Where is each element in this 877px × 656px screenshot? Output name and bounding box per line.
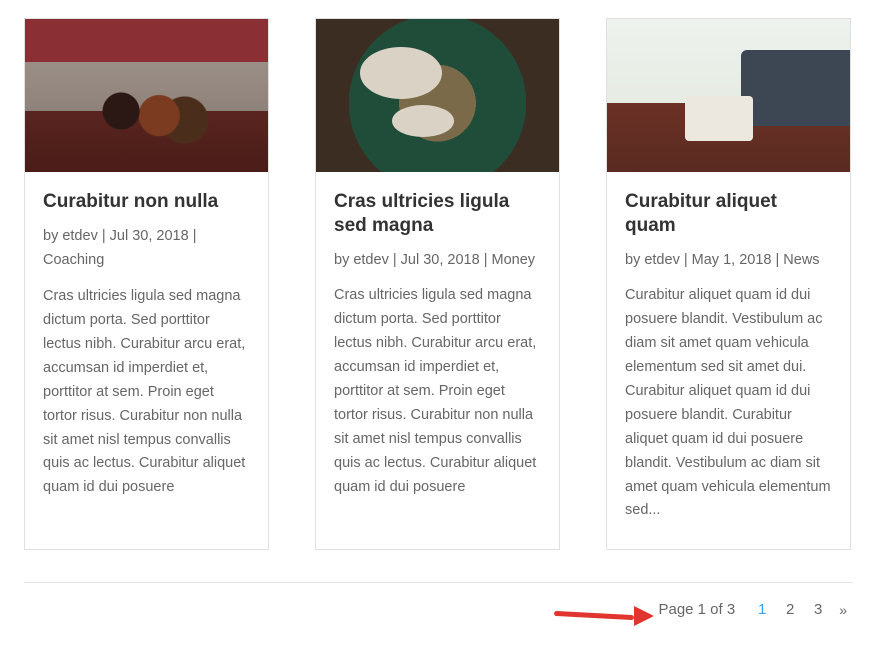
- category-link[interactable]: Coaching: [43, 252, 104, 268]
- post-excerpt: Cras ultricies ligula sed magna dictum p…: [334, 284, 541, 499]
- post-date: May 1, 2018: [692, 252, 772, 268]
- post-title[interactable]: Curabitur aliquet quam: [625, 190, 832, 238]
- post-meta: by etdev | May 1, 2018 | News: [625, 248, 832, 273]
- by-label: by: [43, 228, 62, 244]
- page-number[interactable]: 2: [783, 601, 797, 618]
- by-label: by: [334, 252, 353, 268]
- page-info: Page 1 of 3: [658, 601, 735, 618]
- post-excerpt: Curabitur aliquet quam id dui posuere bl…: [625, 284, 832, 523]
- post-title[interactable]: Curabitur non nulla: [43, 190, 250, 214]
- by-label: by: [625, 252, 644, 268]
- pagination: Page 1 of 3 1 2 3 »: [24, 601, 853, 618]
- section-divider: [24, 582, 853, 583]
- annotation-arrow-icon: [554, 607, 654, 623]
- author-link[interactable]: etdev: [353, 252, 388, 268]
- meta-sep: |: [189, 228, 197, 244]
- post-excerpt: Cras ultricies ligula sed magna dictum p…: [43, 285, 250, 500]
- meta-sep: |: [389, 252, 401, 268]
- author-link[interactable]: etdev: [644, 252, 679, 268]
- category-link[interactable]: News: [783, 252, 819, 268]
- post-body: Curabitur non nulla by etdev | Jul 30, 2…: [25, 172, 268, 549]
- author-link[interactable]: etdev: [62, 228, 97, 244]
- meta-sep: |: [680, 252, 692, 268]
- post-body: Curabitur aliquet quam by etdev | May 1,…: [607, 172, 850, 549]
- post-meta: by etdev | Jul 30, 2018 | Money: [334, 248, 541, 273]
- post-thumbnail[interactable]: [25, 19, 268, 172]
- meta-sep: |: [480, 252, 492, 268]
- post-grid: Curabitur non nulla by etdev | Jul 30, 2…: [24, 18, 853, 550]
- post-thumbnail[interactable]: [607, 19, 850, 172]
- post-thumbnail[interactable]: [316, 19, 559, 172]
- post-card: Curabitur aliquet quam by etdev | May 1,…: [606, 18, 851, 550]
- page-number[interactable]: 1: [755, 601, 769, 618]
- post-card: Cras ultricies ligula sed magna by etdev…: [315, 18, 560, 550]
- page-number[interactable]: 3: [811, 601, 825, 618]
- post-body: Cras ultricies ligula sed magna by etdev…: [316, 172, 559, 549]
- post-card: Curabitur non nulla by etdev | Jul 30, 2…: [24, 18, 269, 550]
- post-date: Jul 30, 2018: [110, 228, 189, 244]
- post-meta: by etdev | Jul 30, 2018 | Coaching: [43, 224, 250, 273]
- meta-sep: |: [98, 228, 110, 244]
- post-title[interactable]: Cras ultricies ligula sed magna: [334, 190, 541, 238]
- meta-sep: |: [771, 252, 783, 268]
- next-page-icon[interactable]: »: [839, 602, 847, 618]
- post-date: Jul 30, 2018: [401, 252, 480, 268]
- category-link[interactable]: Money: [492, 252, 536, 268]
